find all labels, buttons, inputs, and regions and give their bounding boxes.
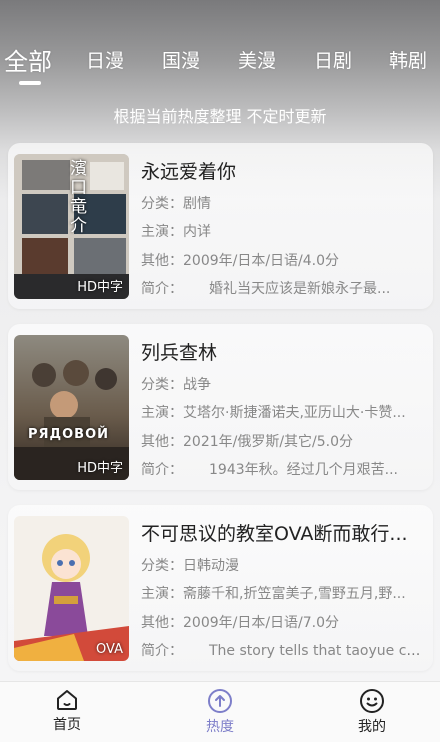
movie-card[interactable]: OVA 不可思议的教室OVA断而敢行... 分类：日韩动漫 主演：斋藤千和,折笠…: [8, 505, 433, 671]
movie-poster: РЯДОВОЙ HD中字: [14, 335, 129, 480]
nav-hot-label: 热度: [206, 719, 234, 735]
category-tabs: 全部 日漫 国漫 美漫 日剧 韩剧: [0, 46, 440, 90]
movie-title: 列兵查林: [141, 342, 218, 364]
movie-intro: 简介： 婚礼当天应该是新娘永子最...: [141, 281, 391, 297]
poster-title-text: РЯДОВОЙ: [28, 427, 110, 442]
movie-title: 不可思议的教室OVA断而敢行...: [141, 523, 408, 545]
movie-card[interactable]: 濱口竜介 HD中字 永远爱着你 分类：剧情 主演：内详 其他：2009年/日本/…: [8, 143, 433, 309]
nav-home[interactable]: 首页: [27, 688, 107, 734]
quality-badge: OVA: [96, 642, 123, 657]
movie-cast: 主演：斋藤千和,折笠富美子,雪野五月,野...: [141, 586, 406, 602]
tab-japanese-drama[interactable]: 日剧: [314, 46, 352, 73]
movie-other-info: 其他：2009年/日本/日语/7.0分: [141, 615, 340, 631]
movie-poster: 濱口竜介 HD中字: [14, 154, 129, 299]
movie-poster: OVA: [14, 516, 129, 661]
tab-all[interactable]: 全部: [4, 42, 52, 77]
smiley-icon: [360, 689, 384, 713]
active-tab-indicator: [19, 81, 41, 85]
movie-cast: 主演：内详: [141, 224, 211, 240]
bottom-nav: 首页 热度 我的: [0, 681, 440, 742]
tab-chinese-anime[interactable]: 国漫: [162, 46, 200, 73]
quality-badge: HD中字: [77, 280, 123, 295]
poster-art: [14, 516, 129, 661]
movie-card[interactable]: РЯДОВОЙ HD中字 列兵查林 分类：战争 主演：艾塔尔·斯捷潘诺夫,亚历山…: [8, 324, 433, 490]
movie-category: 分类：日韩动漫: [141, 558, 239, 574]
tab-japanese-anime[interactable]: 日漫: [86, 46, 124, 73]
page-subtitle: 根据当前热度整理 不定时更新: [113, 107, 327, 126]
movie-title: 永远爱着你: [141, 161, 237, 183]
home-icon: [57, 690, 77, 710]
nav-mine-label: 我的: [358, 719, 386, 735]
tab-korean-drama[interactable]: 韩剧: [389, 46, 427, 73]
tab-american-comics[interactable]: 美漫: [238, 46, 276, 73]
poster-title-text: 濱口竜介: [70, 159, 87, 236]
movie-intro: 简介： The story tells that taoyue co...: [141, 643, 423, 659]
upload-circle-icon: [208, 689, 232, 713]
movie-category: 分类：战争: [141, 377, 211, 393]
movie-cast: 主演：艾塔尔·斯捷潘诺夫,亚历山大·卡赞...: [141, 405, 406, 421]
nav-mine[interactable]: 我的: [332, 688, 412, 736]
movie-category: 分类：剧情: [141, 196, 211, 212]
nav-home-label: 首页: [53, 717, 81, 733]
movie-other-info: 其他：2021年/俄罗斯/其它/5.0分: [141, 434, 354, 450]
movie-other-info: 其他：2009年/日本/日语/4.0分: [141, 253, 340, 269]
movie-intro: 简介： 1943年秋。经过几个月艰苦...: [141, 462, 398, 478]
quality-badge: HD中字: [77, 461, 123, 476]
nav-hot[interactable]: 热度: [180, 688, 260, 736]
